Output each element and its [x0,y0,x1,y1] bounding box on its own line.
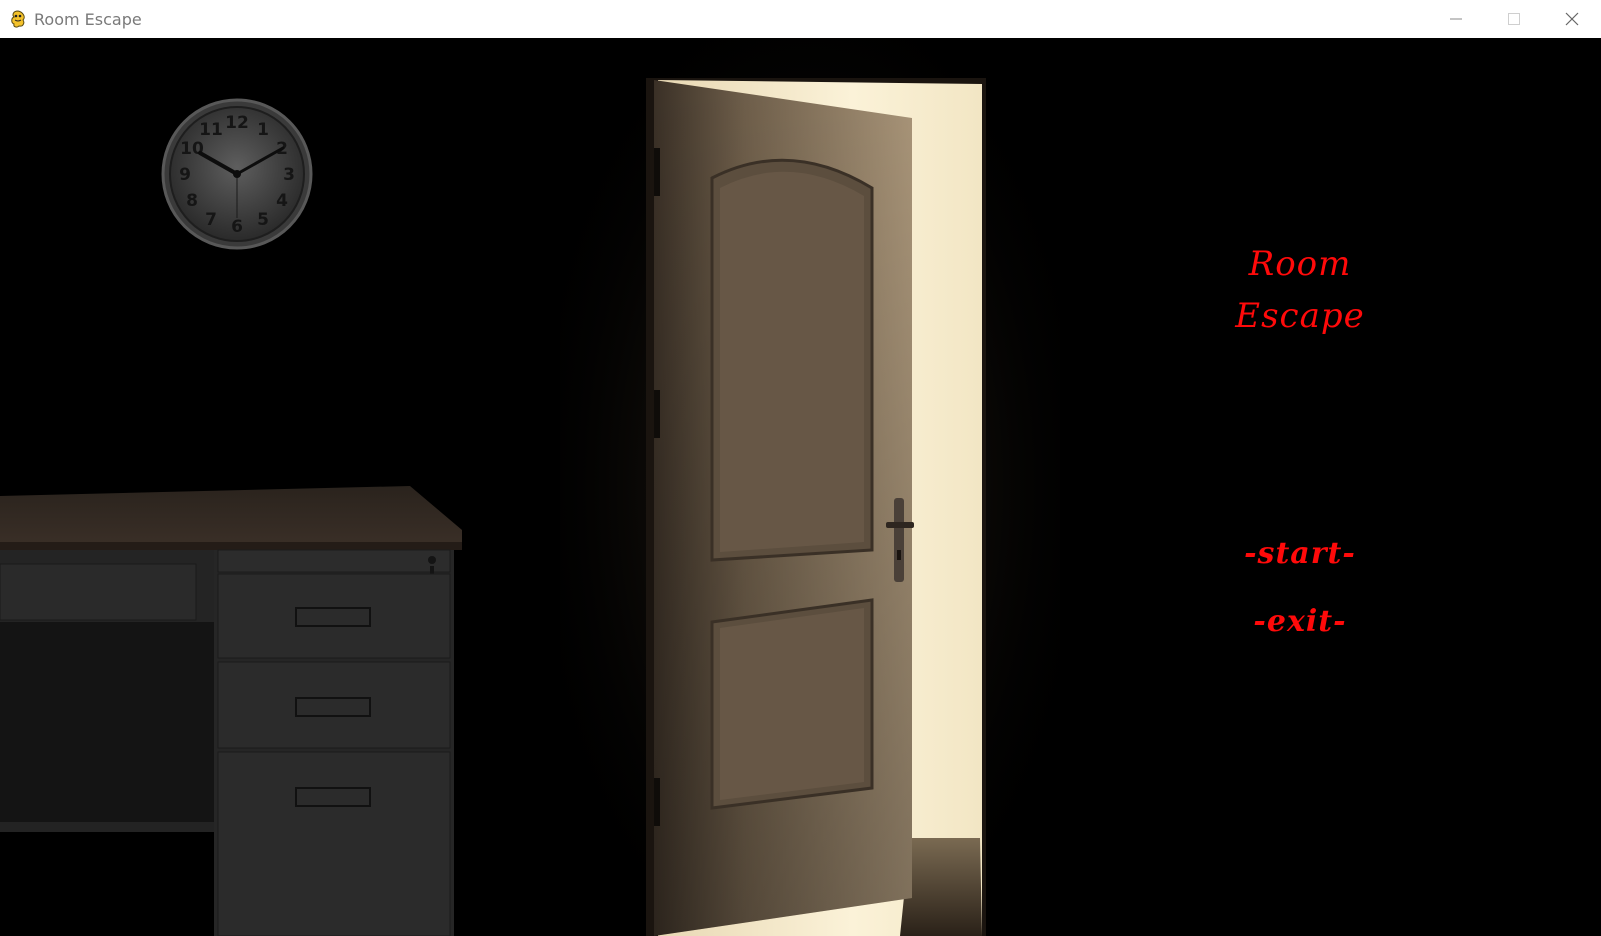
window-title: Room Escape [34,9,142,29]
start-button[interactable]: -start- [1220,536,1380,571]
clock-numeral: 8 [186,191,198,211]
minimize-icon[interactable] [1427,0,1485,38]
desk-lock [428,556,436,564]
clock-numeral: 6 [231,217,243,237]
clock-numeral: 5 [257,210,269,230]
wall-clock: 121234567891011 [161,98,313,250]
clock-numeral: 12 [225,113,249,133]
clock-numeral: 1 [257,120,269,140]
door-hinge [654,148,660,196]
game-window: Room Escape 12 1 3 4 5 6 7 8 9 10 11 Roo… [0,0,1601,936]
game-title-line1: Room [1248,244,1352,284]
window-controls [1427,0,1601,38]
clock-numeral: 4 [276,191,288,211]
floor-beyond [900,838,982,936]
title-bar[interactable]: Room Escape [0,0,1601,38]
clock-numeral: 7 [205,210,217,230]
clock-numeral: 9 [179,165,191,185]
door-handle [894,498,904,582]
close-icon[interactable] [1543,0,1601,38]
desk-top [0,486,462,546]
clock-numeral: 3 [283,165,295,185]
maximize-icon[interactable] [1485,0,1543,38]
door-hinge [654,390,660,438]
desk-drawer-3 [217,751,451,936]
door-hinge [654,778,660,826]
clock-numeral: 11 [199,120,223,140]
pygame-snake-icon [8,9,28,29]
desk-kneehole [0,622,214,822]
room-illustration: 121234567891011 [0,38,1060,936]
clock-numeral: 10 [180,139,204,159]
game-title-line2: Escape [1235,296,1365,336]
desk-drawer-2 [217,661,451,749]
exit-button[interactable]: -exit- [1220,604,1380,639]
desk-drawer-1 [217,573,451,659]
desk [0,486,462,936]
game-scene: 121234567891011 [0,38,1601,936]
